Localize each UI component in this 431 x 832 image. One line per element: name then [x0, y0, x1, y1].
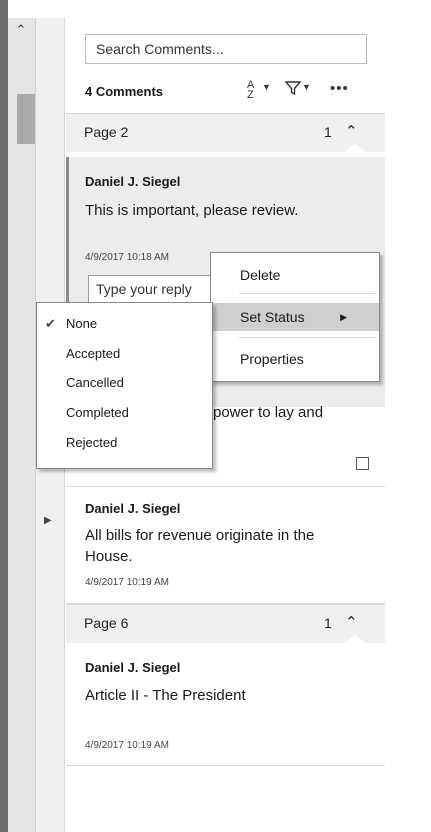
header-notch — [343, 144, 367, 153]
comment-timestamp: 4/9/2017 10:19 AM — [85, 740, 169, 751]
sort-dropdown-icon[interactable]: ▼ — [262, 82, 271, 92]
page-group-header[interactable]: Page 2 1 ⌃ — [66, 113, 385, 153]
comment-text: power to lay and — [213, 404, 324, 421]
chevron-up-icon[interactable]: ⌃ — [345, 122, 358, 140]
filter-icon[interactable] — [284, 80, 302, 101]
comment-author: Daniel J. Siegel — [85, 501, 181, 516]
comment-text: This is important, please review. — [85, 202, 299, 219]
page-comment-count: 1 — [324, 124, 332, 140]
comment-done-checkbox[interactable] — [356, 457, 369, 470]
page-label: Page 2 — [84, 124, 129, 140]
check-icon: ✔ — [45, 316, 56, 331]
page-comment-count: 1 — [324, 615, 332, 631]
status-cancelled[interactable]: Cancelled — [37, 368, 212, 397]
comment-timestamp: 4/9/2017 10:18 AM — [85, 252, 169, 263]
menu-separator — [239, 337, 375, 338]
comment-timestamp: 4/9/2017 10:19 AM — [85, 577, 169, 588]
menu-item-set-status[interactable]: Set Status ▶ — [211, 303, 379, 331]
menu-item-properties[interactable]: Properties — [211, 345, 379, 373]
submenu-arrow-icon: ▶ — [340, 312, 347, 322]
status-completed[interactable]: Completed — [37, 398, 212, 427]
comment-count: 4 Comments — [85, 84, 164, 99]
more-icon[interactable]: ••• — [330, 80, 349, 97]
comment-context-menu: Delete Set Status ▶ Properties — [210, 252, 380, 382]
page-label: Page 6 — [84, 615, 129, 631]
comment-author: Daniel J. Siegel — [85, 660, 181, 675]
sort-a-z-icon[interactable]: AZ — [247, 80, 254, 101]
status-submenu: ✔ None Accepted Cancelled Completed Reje… — [36, 302, 213, 469]
status-accepted[interactable]: Accepted — [37, 339, 212, 368]
scrollbar-thumb[interactable] — [17, 94, 35, 144]
comment-text: All bills for revenue originate in the — [85, 527, 315, 544]
page-group-header[interactable]: Page 6 1 ⌃ — [66, 604, 385, 644]
comment-text: Article II - The President — [85, 687, 246, 704]
chevron-up-icon[interactable]: ⌃ — [345, 613, 358, 631]
comment-author: Daniel J. Siegel — [85, 174, 181, 189]
menu-separator — [239, 293, 375, 294]
filter-dropdown-icon[interactable]: ▼ — [302, 82, 311, 92]
menu-item-delete[interactable]: Delete — [211, 261, 379, 289]
scroll-up-icon[interactable]: ⌃ — [13, 22, 29, 38]
expand-pane-icon[interactable]: ▶ — [44, 515, 52, 526]
comment-text: House. — [85, 548, 133, 565]
status-none[interactable]: ✔ None — [37, 309, 212, 338]
window-edge — [0, 0, 8, 832]
search-input[interactable]: Search Comments... — [85, 34, 367, 64]
status-rejected[interactable]: Rejected — [37, 428, 212, 457]
